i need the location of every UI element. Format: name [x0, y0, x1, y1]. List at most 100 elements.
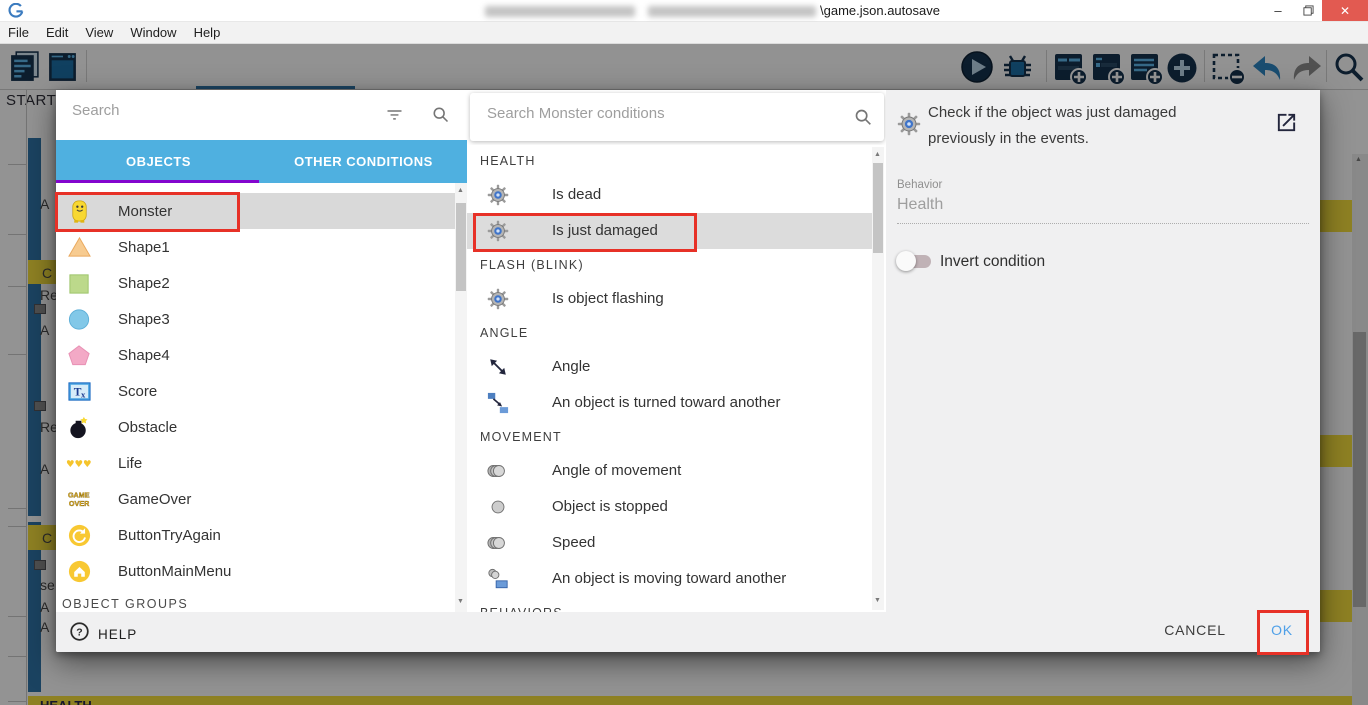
- scroll-up-icon[interactable]: ▲: [457, 187, 464, 194]
- object-label: Shape4: [118, 346, 170, 364]
- close-button[interactable]: ✕: [1322, 0, 1368, 21]
- objects-scrollbar[interactable]: ▲ ▼: [455, 183, 467, 612]
- toggle-knob[interactable]: [896, 251, 916, 271]
- condition-label: Is dead: [552, 186, 602, 203]
- scroll-down-icon[interactable]: ▼: [874, 597, 881, 604]
- condition-item-is-dead[interactable]: Is dead: [467, 177, 886, 213]
- condition-label: Object is stopped: [552, 498, 668, 515]
- gdevelop-logo-icon: [8, 2, 24, 24]
- home-icon: [66, 558, 92, 584]
- condition-search-input[interactable]: [487, 105, 817, 122]
- gear-icon: [486, 183, 510, 207]
- condition-detail-panel: Check if the object was just damaged pre…: [886, 90, 1320, 612]
- condition-section-header: FLASH (BLINK): [480, 258, 584, 272]
- condition-item-angle[interactable]: Angle: [467, 349, 886, 385]
- svg-text:x: x: [80, 389, 85, 399]
- gear-icon: [486, 287, 510, 311]
- object-item-shape4[interactable]: Shape4: [56, 337, 455, 373]
- object-item-shape3[interactable]: Shape3: [56, 301, 455, 337]
- menu-item[interactable]: File: [8, 25, 29, 40]
- tab-other-conditions[interactable]: OTHER CONDITIONS: [261, 140, 466, 183]
- circles3-icon: [486, 459, 510, 483]
- scrollbar-thumb[interactable]: [456, 203, 466, 291]
- condition-label: An object is moving toward another: [552, 570, 787, 587]
- condition-item-is-object-flashing[interactable]: Is object flashing: [467, 281, 886, 317]
- help-button[interactable]: ? HELP: [69, 621, 137, 647]
- cancel-button[interactable]: CANCEL: [1154, 622, 1236, 638]
- menu-item[interactable]: View: [85, 25, 113, 40]
- open-in-new-icon[interactable]: [1275, 111, 1298, 139]
- condition-section-header: MOVEMENT: [480, 430, 562, 444]
- search-icon[interactable]: [430, 104, 451, 130]
- object-item-life[interactable]: ♥♥♥ Life: [56, 445, 455, 481]
- selector-tabs: OBJECTS OTHER CONDITIONS: [56, 140, 467, 183]
- object-groups-header: OBJECT GROUPS: [62, 597, 189, 611]
- conditions-scrollbar[interactable]: ▲ ▼: [872, 147, 884, 610]
- svg-text:GAME: GAME: [67, 490, 89, 499]
- scroll-up-icon[interactable]: ▲: [874, 151, 881, 158]
- ok-button[interactable]: OK: [1262, 622, 1302, 638]
- condition-label: Is just damaged: [552, 222, 658, 239]
- condition-item-object-is-stopped[interactable]: Object is stopped: [467, 489, 886, 525]
- gameover-icon: GAME OVER: [66, 486, 92, 512]
- circle-icon: [66, 306, 92, 332]
- invert-condition-toggle[interactable]: [896, 251, 931, 271]
- object-item-shape2[interactable]: Shape2: [56, 265, 455, 301]
- object-label: Shape3: [118, 310, 170, 328]
- condition-item-an-object-is-turned-toward-another[interactable]: An object is turned toward another: [467, 385, 886, 421]
- square-icon: [66, 270, 92, 296]
- object-label: Score: [118, 382, 158, 400]
- minimize-button[interactable]: –: [1263, 0, 1293, 21]
- hearts-icon: ♥♥♥: [66, 450, 92, 476]
- scrollbar-thumb[interactable]: [873, 163, 883, 253]
- object-item-obstacle[interactable]: Obstacle: [56, 409, 455, 445]
- svg-text:?: ?: [76, 626, 82, 638]
- object-selector-panel: OBJECTS OTHER CONDITIONS Monster Shape1 Sh…: [56, 90, 467, 612]
- bomb-icon: [66, 414, 92, 440]
- conditions-list: HEALTH Is dead Is just damaged FLASH (BLINK…: [467, 145, 886, 612]
- object-label: Obstacle: [118, 418, 178, 436]
- object-search-row: [56, 90, 467, 140]
- condition-gear-icon: [897, 112, 921, 141]
- search-icon[interactable]: [852, 106, 874, 133]
- condition-label: Speed: [552, 534, 596, 551]
- object-item-shape1[interactable]: Shape1: [56, 229, 455, 265]
- menu-item[interactable]: Edit: [46, 25, 68, 40]
- dialog-footer: ? HELP CANCEL OK: [56, 612, 1320, 652]
- gdevelop-window: \game.json.autosave – ✕ File Edit View Wind…: [0, 0, 1368, 705]
- pentagon-icon: [66, 342, 92, 368]
- turned-icon: [486, 391, 510, 415]
- triangle-icon: [66, 234, 92, 260]
- tab-objects[interactable]: OBJECTS: [56, 140, 261, 183]
- filter-icon[interactable]: [384, 104, 405, 130]
- redacted-path-blur: [648, 6, 816, 17]
- menu-item[interactable]: Help: [194, 25, 221, 40]
- condition-item-angle-of-movement[interactable]: Angle of movement: [467, 453, 886, 489]
- object-label: Life: [118, 454, 143, 472]
- condition-item-speed[interactable]: Speed: [467, 525, 886, 561]
- redacted-path-blur: [485, 6, 635, 17]
- condition-label: Angle: [552, 358, 591, 375]
- condition-item-is-just-damaged[interactable]: Is just damaged: [467, 213, 872, 249]
- retry-icon: [66, 522, 92, 548]
- condition-search-card: [470, 93, 884, 141]
- behavior-field-value[interactable]: Health: [897, 196, 943, 214]
- object-item-gameover[interactable]: GAME OVER GameOver: [56, 481, 455, 517]
- menu-item[interactable]: Window: [130, 25, 176, 40]
- restore-button[interactable]: [1295, 0, 1321, 21]
- object-label: ButtonTryAgain: [118, 526, 221, 544]
- condition-label: An object is turned toward another: [552, 394, 781, 411]
- object-item-score[interactable]: Tx Score: [56, 373, 455, 409]
- condition-label: Angle of movement: [552, 462, 682, 479]
- object-item-buttonmainmenu[interactable]: ButtonMainMenu: [56, 553, 455, 589]
- condition-item-an-object-is-moving-toward-another[interactable]: An object is moving toward another: [467, 561, 886, 597]
- scroll-down-icon[interactable]: ▼: [457, 598, 464, 605]
- condition-selector-panel: HEALTH Is dead Is just damaged FLASH (BLINK…: [467, 90, 886, 612]
- object-label: Shape1: [118, 238, 170, 256]
- title-bar: \game.json.autosave – ✕: [0, 0, 1368, 22]
- moving-icon: [486, 567, 510, 591]
- object-item-buttontryagain[interactable]: ButtonTryAgain: [56, 517, 455, 553]
- object-search-input[interactable]: [72, 102, 372, 119]
- object-item-monster[interactable]: Monster: [56, 193, 455, 229]
- circle1-icon: [486, 495, 510, 519]
